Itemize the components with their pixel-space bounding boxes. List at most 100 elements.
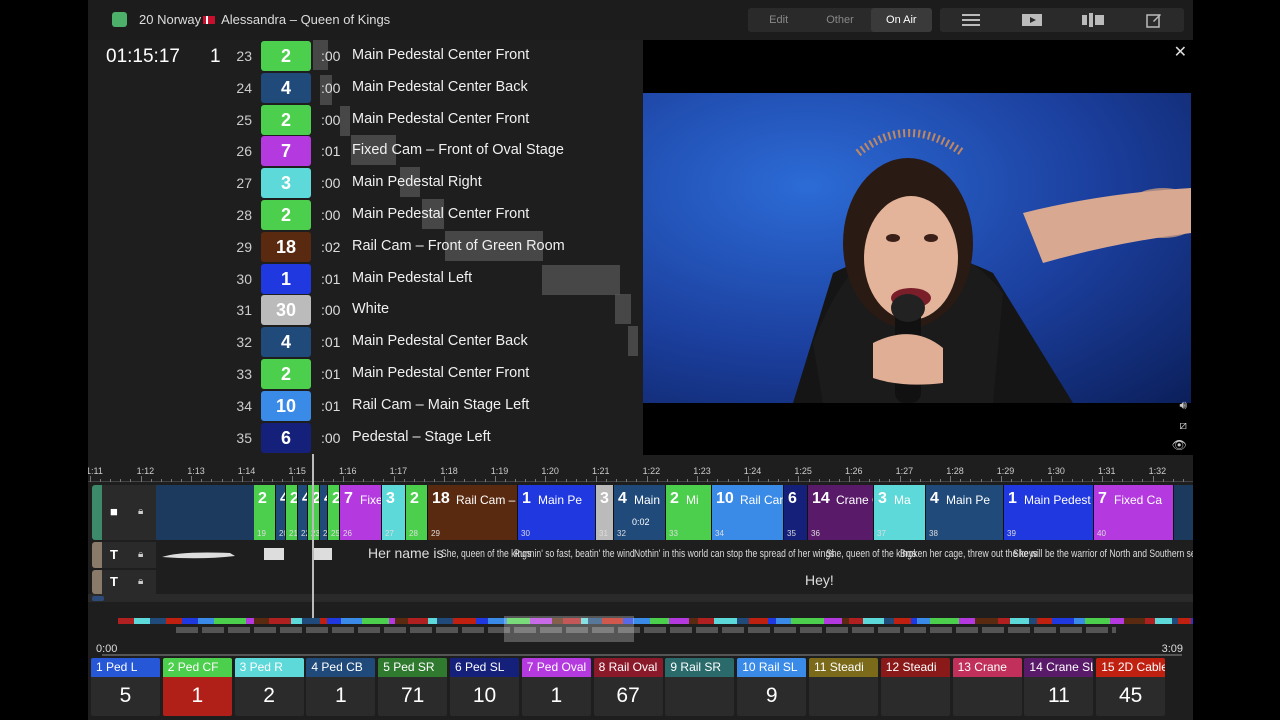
overview-segment — [714, 618, 737, 624]
camera-button-15[interactable]: 15 2D Cable 45 — [1096, 658, 1166, 716]
shot-row[interactable]: 34 10 :01 Rail Cam – Main Stage Left — [88, 390, 643, 422]
timeline-clip[interactable]: 2 23 — [308, 485, 320, 540]
camera-button-14[interactable]: 14 Crane SL 11 — [1024, 658, 1094, 716]
list-icon[interactable] — [940, 8, 1001, 32]
camera-button-1[interactable]: 1 Ped L 5 — [91, 658, 160, 716]
camera-button-9[interactable]: 9 Rail SR — [665, 658, 735, 716]
lock-icon[interactable]: 🔒︎ — [138, 576, 143, 587]
camera-button-7[interactable]: 7 Ped Oval 1 — [521, 658, 591, 716]
camera-button-3[interactable]: 3 Ped R 2 — [234, 658, 304, 716]
shot-row[interactable]: 24 4 :00 Main Pedestal Center Back — [88, 72, 643, 105]
mode-other-button[interactable]: Other — [809, 8, 870, 32]
timeline-clip[interactable]: 4 Main Pe 38 — [926, 485, 1004, 540]
timeline-clip[interactable]: 6 35 — [784, 485, 808, 540]
shot-row[interactable]: 32 4 :01 Main Pedestal Center Back — [88, 326, 643, 358]
camera-button-2[interactable]: 2 Ped CF 1 — [162, 658, 232, 716]
timeline-clip[interactable]: 1 Main Pedest 39 — [1004, 485, 1094, 540]
scroll-thumb[interactable] — [92, 596, 104, 601]
shot-number: 31 — [236, 302, 252, 319]
shot-row[interactable]: 28 2 :00 Main Pedestal Center Front — [88, 199, 643, 231]
timeline-clip[interactable]: 1 Main Pe 30 — [518, 485, 596, 540]
timeline-clip[interactable]: 7 Fixe 26 — [340, 485, 382, 540]
ruler-minor-tick — [1172, 479, 1174, 482]
clip-camera: 10 — [716, 490, 734, 507]
timeline-clip[interactable]: 4 Main 32 0:02 — [614, 485, 666, 540]
ruler-minor-tick — [322, 479, 324, 482]
timeline-clip[interactable]: 14 Crane C 36 — [808, 485, 874, 540]
timeline-clip[interactable]: 2 25 — [328, 485, 340, 540]
camera-button-13[interactable]: 13 Crane — [952, 658, 1022, 716]
shot-row[interactable]: 35 6 :00 Pedestal – Stage Left — [88, 422, 643, 454]
shot-row[interactable]: 33 2 :01 Main Pedestal Center Front — [88, 358, 643, 390]
duration-bar — [542, 264, 620, 295]
timeline-clip[interactable]: 18 Rail Cam – Fr 29 — [428, 485, 518, 540]
ruler-minor-tick — [272, 479, 274, 482]
overview-viewport[interactable] — [504, 616, 634, 642]
close-icon[interactable]: ✕ — [1174, 42, 1187, 62]
timeline-clip[interactable]: 4 20 — [276, 485, 286, 540]
ruler-minor-tick — [869, 479, 871, 482]
timeline-clip[interactable]: 2 19 — [254, 485, 276, 540]
ruler-minor-tick — [980, 479, 982, 482]
camera-icon: ■ — [110, 504, 118, 519]
ruler-minor-tick — [464, 479, 466, 482]
video-preview-icon[interactable] — [1001, 8, 1062, 32]
shot-row[interactable]: 30 1 :01 Main Pedestal Left — [88, 263, 643, 295]
timeline-clip[interactable]: 2 Mi 33 — [666, 485, 712, 540]
playhead[interactable] — [312, 454, 314, 619]
camera-badge: 3 — [261, 168, 311, 199]
camera-button-12[interactable]: 12 Steadi — [880, 658, 950, 716]
camera-button-10[interactable]: 10 Rail SL 9 — [737, 658, 807, 716]
camera-button-5[interactable]: 5 Ped SR 71 — [378, 658, 448, 716]
overview-lyrics-row — [176, 627, 1116, 633]
timeline-ruler[interactable]: 1:11 1:12 1:13 1:14 1:15 1:16 1:17 1:18 1:19 1:20… — [88, 462, 1193, 482]
clip-label: Main Pedest — [1024, 493, 1091, 507]
clip-index: 31 — [599, 529, 608, 538]
shot-row[interactable]: 23 2 :00 Main Pedestal Center Front — [88, 40, 643, 72]
timeline-clip[interactable]: 3 31 — [596, 485, 614, 540]
ruler-minor-tick — [515, 479, 516, 482]
edit-icon[interactable] — [1123, 8, 1184, 32]
norway-flag-icon — [203, 16, 216, 25]
volume-icon[interactable]: 🔊︎ — [1179, 398, 1187, 413]
overview-segment — [863, 618, 884, 624]
shot-row[interactable]: 25 2 :00 Main Pedestal Center Front — [88, 104, 643, 136]
shot-row[interactable]: 31 30 :00 White — [88, 294, 643, 326]
shot-number: 30 — [236, 270, 252, 287]
clip-camera: 2 — [670, 490, 679, 507]
timeline-clip[interactable]: 10 Rail Can 34 — [712, 485, 784, 540]
overview-segment — [791, 618, 813, 624]
ruler-minor-tick — [221, 479, 223, 482]
track-scrollbar[interactable] — [88, 594, 1193, 602]
clip-index: 36 — [811, 529, 820, 538]
timeline-clip[interactable]: 3 27 — [382, 485, 406, 540]
mode-edit-button[interactable]: Edit — [748, 8, 809, 32]
lock-icon[interactable]: 🔒︎ — [138, 549, 143, 560]
timeline-clip[interactable]: 7 Fixed Ca 40 — [1094, 485, 1174, 540]
lock-icon[interactable]: 🔒︎ — [138, 506, 143, 517]
timeline-clip[interactable]: 2 28 — [406, 485, 428, 540]
shot-row[interactable]: 26 7 :01 Fixed Cam – Front of Oval Stage — [88, 135, 643, 167]
timeline-clip[interactable]: 2 21 — [286, 485, 298, 540]
camera-button-11[interactable]: 11 Steadi — [809, 658, 878, 716]
eye-icon[interactable]: 👁︎ — [1172, 438, 1187, 452]
mode-on-air-button[interactable]: On Air — [870, 8, 932, 32]
camera-label: 7 Ped Oval — [521, 658, 591, 677]
camera-button-4[interactable]: 4 Ped CB 1 — [306, 658, 376, 716]
scrub-bar[interactable] — [102, 654, 1182, 656]
ruler-tick — [545, 476, 547, 482]
timeline-clip[interactable]: 4 24 — [320, 485, 328, 540]
ruler-minor-tick — [616, 479, 618, 482]
ruler-tick — [292, 476, 294, 482]
clip-camera: 1 — [1008, 490, 1017, 507]
columns-icon[interactable] — [1062, 8, 1123, 32]
camera-label: 15 2D Cable — [1096, 658, 1166, 677]
shot-row[interactable]: 29 18 :02 Rail Cam – Front of Green Room — [88, 230, 643, 263]
timeline-clip[interactable]: 3 Ma 37 — [874, 485, 926, 540]
hide-overlay-icon[interactable]: ⧄ — [1179, 418, 1187, 433]
camera-button-6[interactable]: 6 Ped SL 10 — [450, 658, 519, 716]
timeline-clip[interactable]: 4 22 — [298, 485, 308, 540]
camera-badge: 30 — [261, 295, 311, 326]
shot-row[interactable]: 27 3 :00 Main Pedestal Right — [88, 167, 643, 199]
camera-button-8[interactable]: 8 Rail Oval 67 — [593, 658, 663, 716]
